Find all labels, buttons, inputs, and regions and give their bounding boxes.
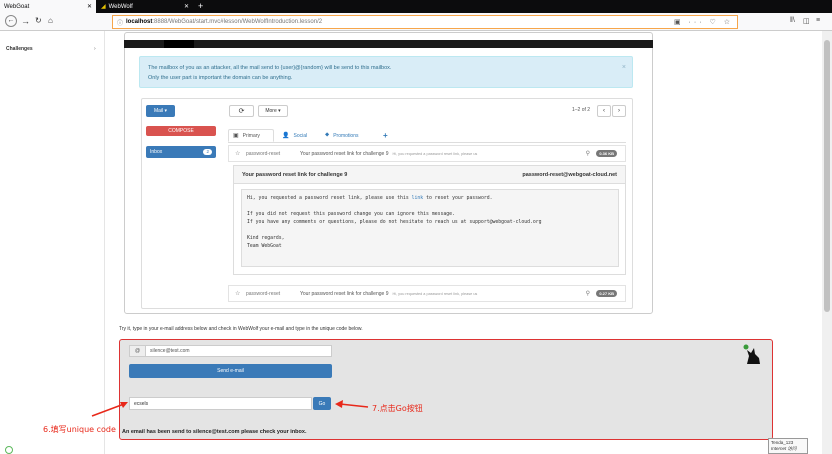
- close-icon[interactable]: ×: [622, 63, 626, 73]
- mail-size-badge: 0.36 KB: [596, 150, 617, 157]
- sidebar-item-challenges[interactable]: Challenges: [6, 46, 33, 52]
- unique-code-input[interactable]: [129, 397, 312, 410]
- annotation-fill-code: 6.填写unique code: [43, 425, 116, 434]
- network-tooltip: Tenda_123 Internet 访问: [768, 438, 808, 454]
- close-tab-icon[interactable]: ✕: [184, 3, 189, 10]
- reset-link[interactable]: link: [412, 196, 424, 201]
- tab-label: WebWolf: [108, 3, 133, 10]
- wolf-favicon-icon: ◢: [101, 4, 106, 10]
- lesson-sidebar: Challenges ›: [0, 31, 105, 454]
- frame-header-segment: [164, 40, 194, 48]
- body-text: If you have any comments or questions, p…: [247, 220, 542, 225]
- home-icon[interactable]: ⌂: [48, 16, 53, 25]
- url-bar[interactable]: ⓘ localhost :8888/WebGoat/start.mvc#less…: [112, 15, 738, 29]
- library-icon[interactable]: ‖\: [790, 17, 795, 24]
- star-icon[interactable]: ☆: [235, 150, 240, 157]
- sidebar-toggle-icon[interactable]: ◫: [803, 17, 810, 25]
- body-text: Team WebGoat: [247, 244, 282, 249]
- body-text: Hi, you requested a password reset link,…: [247, 196, 412, 201]
- chevron-right-icon[interactable]: ›: [94, 46, 96, 52]
- pager-text: 1–2 of 2: [572, 107, 591, 113]
- menu-icon[interactable]: ≡: [816, 17, 820, 24]
- chevron-right-icon[interactable]: ›: [612, 105, 626, 117]
- compose-button[interactable]: COMPOSE: [146, 126, 216, 136]
- url-path: :8888/WebGoat/start.mvc#lesson/WebWolfIn…: [152, 19, 323, 25]
- status-indicator-icon: [5, 446, 13, 454]
- at-icon: @: [130, 346, 146, 356]
- tab-primary[interactable]: ▣ Primary: [228, 129, 274, 142]
- add-tab-icon[interactable]: +: [379, 129, 392, 142]
- browser-tab-bar: WebGoat ✕ ◢ WebWolf ✕ +: [0, 0, 832, 13]
- mail-sender: password-reset: [246, 150, 281, 157]
- body-text: to reset your password.: [423, 196, 493, 201]
- annotation-click-go: 7.点击Go按钮: [372, 404, 423, 413]
- star-icon[interactable]: ☆: [235, 290, 240, 297]
- email-input[interactable]: [146, 348, 326, 354]
- tab-webgoat[interactable]: WebGoat ✕: [0, 0, 96, 13]
- inbox-tray-icon: ▣: [233, 133, 239, 139]
- tab-label: WebGoat: [4, 3, 30, 10]
- body-text: If you did not request this password cha…: [247, 212, 455, 217]
- tab-social[interactable]: 👤 Social: [278, 129, 311, 142]
- mail-sender: password-reset: [246, 290, 281, 297]
- tab-label: Promotions: [333, 132, 359, 139]
- result-message: An email has been send to silence@test.c…: [122, 429, 307, 435]
- chevron-left-icon[interactable]: ‹: [597, 105, 611, 117]
- forward-icon[interactable]: →: [21, 16, 30, 26]
- refresh-icon[interactable]: ⟳: [229, 105, 254, 117]
- email-input-group: @: [129, 345, 332, 357]
- scrollbar-thumb[interactable]: [824, 40, 830, 312]
- mail-row[interactable]: ☆ password-reset Your password reset lin…: [228, 285, 626, 302]
- tray-line-2: Internet 访问: [771, 446, 797, 451]
- tab-label: Social: [293, 132, 308, 139]
- url-actions-icon[interactable]: ▣ ··· ♡ ☆: [674, 18, 733, 26]
- mail-snippet: Hi, you requested a password reset link,…: [392, 291, 478, 296]
- message-subject: Your password reset link for challenge 9: [242, 172, 348, 178]
- info-alert: The mailbox of you as an attacker, all t…: [139, 56, 633, 88]
- paperclip-icon: ⚲: [585, 151, 590, 157]
- mail-row[interactable]: ☆ password-reset Your password reset lin…: [228, 145, 626, 162]
- tabs-divider: [228, 142, 626, 143]
- close-tab-icon[interactable]: ✕: [87, 3, 92, 10]
- message-body: Hi, you requested a password reset link,…: [241, 189, 619, 267]
- alert-line-2: Only the user part is important the doma…: [148, 75, 293, 81]
- back-icon[interactable]: ←: [5, 15, 17, 27]
- subject-text: Your password reset link for challenge 9: [300, 150, 389, 157]
- inbox-label: Inbox: [150, 149, 163, 155]
- reload-icon[interactable]: ↻: [35, 16, 42, 25]
- mail-subject: Your password reset link for challenge 9…: [300, 291, 477, 297]
- more-dropdown-button[interactable]: More ▾: [258, 105, 288, 117]
- alert-line-1: The mailbox of you as an attacker, all t…: [148, 65, 392, 71]
- info-icon: ⓘ: [117, 20, 124, 27]
- inbox-count-badge: 2: [203, 149, 212, 155]
- subject-text: Your password reset link for challenge 9: [300, 290, 389, 297]
- message-from: password-reset@webgoat-cloud.net: [522, 172, 617, 178]
- wolf-logo-icon: [743, 344, 760, 364]
- inbox-button[interactable]: Inbox 2: [146, 146, 216, 158]
- frame-header-bar: [124, 40, 653, 48]
- user-icon: 👤: [282, 133, 290, 139]
- mail-snippet: Hi, you requested a password reset link,…: [392, 151, 478, 156]
- mail-dropdown-button[interactable]: Mail ▾: [146, 105, 175, 117]
- send-email-button[interactable]: Send e-mail: [129, 364, 332, 378]
- mail-subject: Your password reset link for challenge 9…: [300, 151, 477, 157]
- paperclip-icon: ⚲: [585, 291, 590, 297]
- new-tab-icon[interactable]: +: [198, 1, 203, 11]
- mail-size-badge: 0.27 KB: [596, 290, 617, 297]
- tryit-instruction: Try it, type in your e-mail address belo…: [119, 326, 363, 332]
- tab-webwolf[interactable]: ◢ WebWolf ✕: [97, 0, 193, 13]
- url-host: localhost: [126, 19, 153, 25]
- message-header: Your password reset link for challenge 9…: [233, 165, 626, 184]
- body-text: Kind regards,: [247, 236, 285, 241]
- tag-icon: ⬥: [325, 132, 330, 138]
- tab-label: Primary: [242, 132, 260, 139]
- tab-promotions[interactable]: ⬥ Promotions: [321, 129, 363, 142]
- go-button[interactable]: Go: [313, 397, 331, 410]
